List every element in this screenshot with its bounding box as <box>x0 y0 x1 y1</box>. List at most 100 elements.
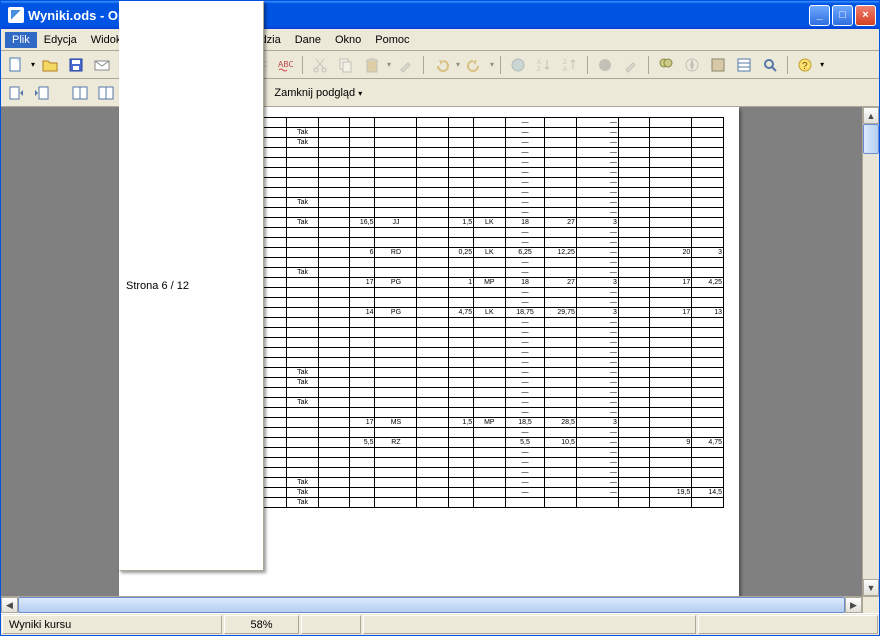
table-cell <box>417 498 448 508</box>
table-cell <box>417 188 448 198</box>
table-cell <box>417 278 448 288</box>
maximize-button[interactable]: □ <box>832 5 853 26</box>
email-button[interactable] <box>91 54 113 76</box>
scroll-left-icon[interactable]: ◀ <box>1 597 18 613</box>
show-draw-button[interactable] <box>620 54 642 76</box>
table-cell: — <box>576 328 618 338</box>
table-cell <box>375 478 417 488</box>
table-cell <box>448 408 473 418</box>
table-cell <box>618 298 649 308</box>
table-cell <box>618 168 649 178</box>
table-cell <box>650 188 692 198</box>
table-cell <box>650 398 692 408</box>
table-cell <box>545 178 576 188</box>
vertical-scrollbar[interactable]: ▲ ▼ <box>862 107 879 596</box>
menu-dane[interactable]: Dane <box>288 32 328 48</box>
table-cell <box>618 468 649 478</box>
chart-button[interactable] <box>594 54 616 76</box>
table-cell <box>448 438 473 448</box>
table-cell <box>692 168 724 178</box>
hscroll-thumb[interactable] <box>18 597 845 613</box>
table-cell <box>474 318 505 328</box>
table-cell <box>474 348 505 358</box>
table-cell <box>287 448 318 458</box>
data-sources-button[interactable] <box>733 54 755 76</box>
table-cell <box>448 498 473 508</box>
next-page-button[interactable] <box>31 82 53 104</box>
table-cell <box>618 488 649 498</box>
svg-text:A: A <box>537 60 541 66</box>
save-button[interactable] <box>65 54 87 76</box>
table-cell: — <box>505 378 545 388</box>
scroll-right-icon[interactable]: ▶ <box>845 597 862 613</box>
redo-button[interactable] <box>464 54 486 76</box>
table-cell <box>375 378 417 388</box>
table-cell <box>618 448 649 458</box>
table-cell: — <box>576 198 618 208</box>
copy-button[interactable] <box>335 54 357 76</box>
horizontal-scrollbar[interactable]: ◀ ▶ <box>1 596 862 613</box>
table-cell <box>618 348 649 358</box>
menu-okno[interactable]: Okno <box>328 32 368 48</box>
table-cell <box>618 138 649 148</box>
table-cell <box>474 178 505 188</box>
paste-button[interactable] <box>361 54 383 76</box>
sort-desc-button[interactable]: ZA <box>559 54 581 76</box>
table-cell <box>375 328 417 338</box>
menu-edycja[interactable]: Edycja <box>37 32 84 48</box>
open-button[interactable] <box>39 54 61 76</box>
first-page-button[interactable] <box>69 82 91 104</box>
table-cell <box>650 378 692 388</box>
scroll-up-icon[interactable]: ▲ <box>863 107 879 124</box>
table-cell <box>417 468 448 478</box>
table-cell <box>375 318 417 328</box>
table-cell: 4,75 <box>692 438 724 448</box>
table-cell: 0,25 <box>448 248 473 258</box>
table-cell <box>318 218 349 228</box>
vscroll-thumb[interactable] <box>863 124 879 154</box>
table-cell <box>417 228 448 238</box>
table-cell <box>287 148 318 158</box>
table-cell <box>545 118 576 128</box>
sort-asc-button[interactable]: AZ <box>533 54 555 76</box>
table-cell: — <box>576 348 618 358</box>
format-paintbrush-button[interactable] <box>395 54 417 76</box>
table-cell <box>618 368 649 378</box>
table-cell <box>692 178 724 188</box>
close-button[interactable]: × <box>855 5 876 26</box>
table-cell <box>650 368 692 378</box>
table-cell: — <box>576 298 618 308</box>
help-button[interactable]: ? <box>794 54 816 76</box>
minimize-button[interactable]: _ <box>809 5 830 26</box>
table-cell <box>618 238 649 248</box>
table-cell: Tak <box>287 368 318 378</box>
scroll-down-icon[interactable]: ▼ <box>863 579 879 596</box>
table-cell <box>287 168 318 178</box>
table-cell <box>474 478 505 488</box>
autospell-button[interactable]: ABC <box>274 54 296 76</box>
menu-pomoc[interactable]: Pomoc <box>368 32 416 48</box>
table-cell <box>287 428 318 438</box>
table-cell: — <box>576 248 618 258</box>
prev-page-button[interactable] <box>5 82 27 104</box>
new-doc-button[interactable] <box>5 54 27 76</box>
close-preview-button[interactable]: Zamknij podgląd ▾ <box>265 84 371 102</box>
table-cell <box>318 428 349 438</box>
cut-button[interactable] <box>309 54 331 76</box>
table-cell: — <box>576 288 618 298</box>
hyperlink-button[interactable] <box>507 54 529 76</box>
table-cell <box>350 328 375 338</box>
gallery-button[interactable] <box>707 54 729 76</box>
table-cell <box>545 288 576 298</box>
find-button[interactable] <box>655 54 677 76</box>
table-cell: 1 <box>448 278 473 288</box>
table-cell <box>318 198 349 208</box>
menu-plik[interactable]: Plik <box>5 32 37 48</box>
table-cell <box>375 428 417 438</box>
navigator-button[interactable] <box>681 54 703 76</box>
table-cell: — <box>576 148 618 158</box>
last-page-button[interactable] <box>95 82 117 104</box>
undo-button[interactable] <box>430 54 452 76</box>
table-cell <box>618 388 649 398</box>
zoom-button[interactable] <box>759 54 781 76</box>
